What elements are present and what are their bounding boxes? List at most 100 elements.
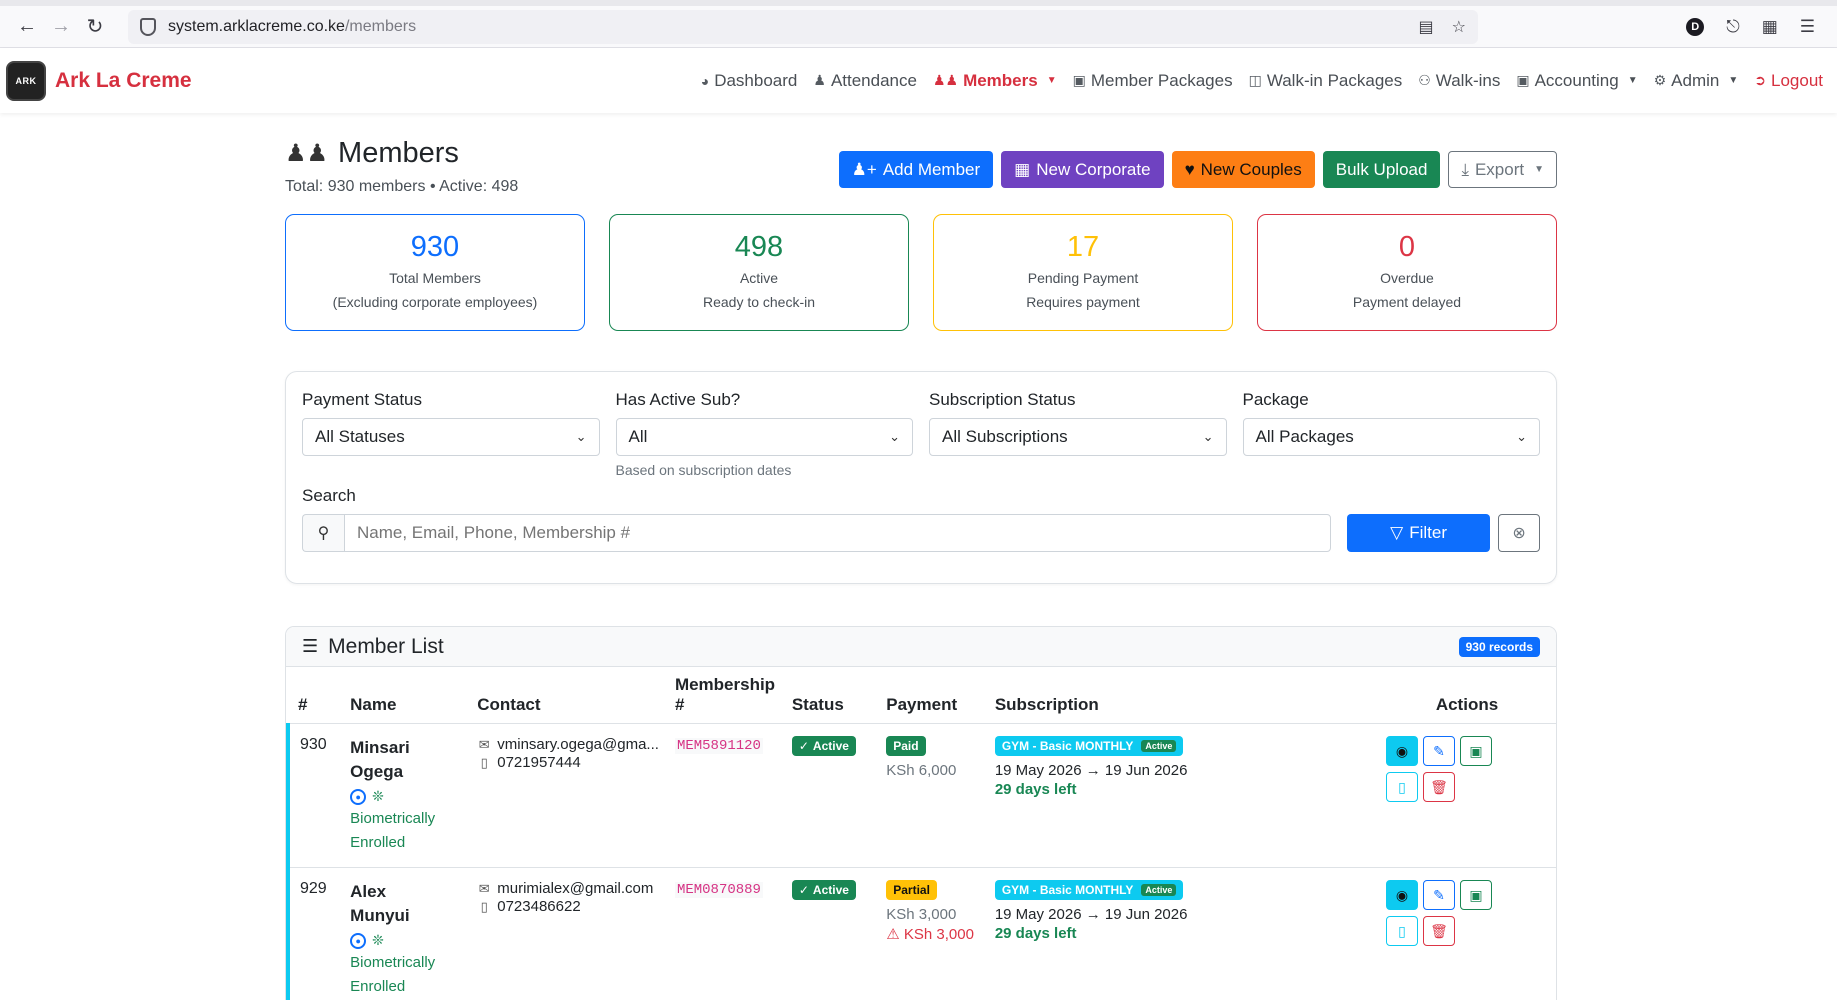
check-circle-icon: ✓ [798, 739, 809, 753]
nav-accounting[interactable]: ▣ Accounting ▼ [1508, 71, 1645, 91]
extensions-icon[interactable]: ⎋ [1726, 17, 1739, 37]
package-status-badge: Active [1141, 884, 1177, 896]
member-email[interactable]: vminsary.ogega@gma... [497, 736, 659, 754]
biometric-status: Biometrically Enrolled [350, 810, 436, 851]
forward-arrow-icon[interactable]: → [44, 10, 78, 44]
site-shield-icon[interactable] [140, 17, 156, 36]
member-name[interactable]: Minsari Ogega [350, 736, 461, 784]
member-phone[interactable]: 0721957444 [497, 754, 580, 772]
package-badge: GYM - Basic MONTHLY Active [994, 880, 1184, 900]
table-row: 929 Alex Munyui ● ❊ Biometrically Enrolled… [286, 867, 1556, 1000]
building-icon: ▦ [1014, 159, 1031, 179]
caret-down-icon: ▼ [1627, 75, 1638, 86]
column-header-membership[interactable]: Membership # [666, 667, 784, 724]
trash-icon: 🗑 [1430, 778, 1448, 795]
cash-icon: ▣ [1469, 886, 1483, 903]
nav-members[interactable]: ♟♟ Members ▼ [925, 71, 1065, 91]
renew-button[interactable]: ▣ [1460, 736, 1492, 766]
browser-toolbar: ← → ↻ system.arklacreme.co.ke /members ▤… [0, 0, 1837, 48]
membership-code: MEM5891120 [674, 738, 763, 754]
column-header-payment[interactable]: Payment [878, 667, 987, 724]
bookmark-star-icon[interactable]: ☆ [1452, 17, 1466, 37]
nav-walkins[interactable]: ⚇ Walk-ins [1410, 71, 1508, 91]
new-couples-button[interactable]: ♥ New Couples [1171, 151, 1315, 188]
member-name[interactable]: Alex Munyui [350, 880, 461, 928]
reader-view-icon[interactable]: ▤ [1419, 17, 1434, 37]
download-icon: ⤓ [1461, 159, 1469, 179]
package-badge: GYM - Basic MONTHLY Active [994, 736, 1184, 756]
package-status-badge: Active [1141, 740, 1177, 752]
add-member-button[interactable]: ♟+ Add Member [838, 151, 994, 188]
column-header-actions: Actions [1378, 667, 1556, 724]
member-phone[interactable]: 0723486622 [497, 898, 580, 916]
nav-admin[interactable]: ⚙ Admin ▼ [1646, 71, 1747, 91]
people-icon: ♟♟ [932, 72, 959, 88]
nav-dashboard[interactable]: ◕ Dashboard [693, 71, 806, 91]
nav-links: ◕ Dashboard ♟ Attendance ♟♟ Members ▼ ▣ Membe… [693, 71, 1831, 91]
person-plus-icon: ♟+ [851, 159, 877, 179]
menu-icon[interactable]: ☰ [1800, 17, 1815, 37]
device-button[interactable]: ▯ [1386, 916, 1418, 946]
stats-row: 930 Total Members (Excluding corporate e… [285, 214, 1557, 331]
export-button[interactable]: ⤓ Export ▼ [1448, 151, 1557, 188]
column-header-num[interactable]: # [288, 667, 343, 724]
delete-button[interactable]: 🗑 [1423, 772, 1455, 802]
search-input[interactable] [344, 514, 1332, 552]
view-button[interactable]: ◉ [1386, 880, 1418, 910]
row-number: 930 [286, 723, 343, 868]
eye-icon: ◉ [1395, 886, 1409, 903]
subscription-status-filter: Subscription Status All Subscriptions ⌄ [929, 390, 1227, 478]
subscription-status-select[interactable]: All Subscriptions ⌄ [929, 418, 1227, 456]
bulk-upload-button[interactable]: Bulk Upload [1322, 151, 1441, 188]
biometric-status: Biometrically Enrolled [350, 954, 436, 995]
heart-icon: ♥ [1184, 159, 1195, 179]
phone-icon: ▯ [480, 755, 488, 770]
has-active-sub-select[interactable]: All ⌄ [615, 418, 913, 456]
package-select[interactable]: All Packages ⌄ [1242, 418, 1540, 456]
edit-button[interactable]: ✎ [1423, 880, 1455, 910]
pencil-icon: ✎ [1433, 742, 1445, 759]
view-button[interactable]: ◉ [1386, 736, 1418, 766]
member-email[interactable]: murimialex@gmail.com [497, 880, 653, 898]
member-table: # Name Contact Membership # Status Paymen… [286, 667, 1556, 1000]
column-header-name[interactable]: Name [342, 667, 470, 724]
device-button[interactable]: ▯ [1386, 772, 1418, 802]
page-header: ♟♟ Members Total: 930 members • Active: … [285, 119, 1557, 196]
column-header-contact[interactable]: Contact [469, 667, 667, 724]
person-circle-icon: ● [350, 788, 367, 805]
reload-icon[interactable]: ↻ [78, 10, 112, 44]
nav-member-packages[interactable]: ▣ Member Packages [1065, 71, 1241, 91]
payment-status-select[interactable]: All Statuses ⌄ [302, 418, 600, 456]
person-walking-icon: ⚇ [1418, 72, 1431, 88]
brand-logo[interactable]: ARK [6, 60, 46, 101]
clear-filters-button[interactable]: ⊗ [1498, 514, 1540, 552]
url-path: /members [344, 17, 417, 35]
payment-badge: Partial [886, 880, 937, 900]
nav-attendance[interactable]: ♟ Attendance [805, 71, 925, 91]
stat-pending-payment: 17 Pending Payment Requires payment [933, 214, 1233, 331]
chevron-down-icon: ⌄ [575, 429, 587, 444]
stat-overdue: 0 Overdue Payment delayed [1257, 214, 1557, 331]
renew-button[interactable]: ▣ [1460, 880, 1492, 910]
check-circle-icon: ✓ [798, 883, 809, 897]
envelope-icon: ✉ [478, 737, 490, 752]
nav-logout[interactable]: ➲ Logout [1746, 71, 1831, 91]
filter-button[interactable]: ▽ Filter [1347, 514, 1491, 552]
column-header-status[interactable]: Status [783, 667, 879, 724]
delete-button[interactable]: 🗑 [1423, 916, 1455, 946]
caret-down-icon: ▼ [1046, 75, 1057, 86]
qr-code-icon[interactable]: ▦ [1762, 17, 1778, 37]
person-check-icon: ♟ [813, 72, 826, 88]
new-corporate-button[interactable]: ▦ New Corporate [1001, 151, 1164, 188]
back-arrow-icon[interactable]: ← [10, 10, 44, 44]
nav-walkin-packages[interactable]: ◫ Walk-in Packages [1241, 71, 1411, 91]
amount-due: ⚠ KSh 3,000 [886, 926, 974, 943]
edit-button[interactable]: ✎ [1423, 736, 1455, 766]
warning-triangle-icon: ⚠ [886, 926, 900, 943]
x-circle-icon: ⊗ [1512, 525, 1526, 542]
address-bar[interactable]: system.arklacreme.co.ke /members ▤ ☆ [128, 9, 1478, 44]
brand-name[interactable]: Ark La Creme [55, 69, 192, 93]
column-header-subscription[interactable]: Subscription [986, 667, 1378, 724]
logout-icon: ➲ [1754, 72, 1766, 88]
account-avatar-icon[interactable]: D [1686, 17, 1705, 36]
